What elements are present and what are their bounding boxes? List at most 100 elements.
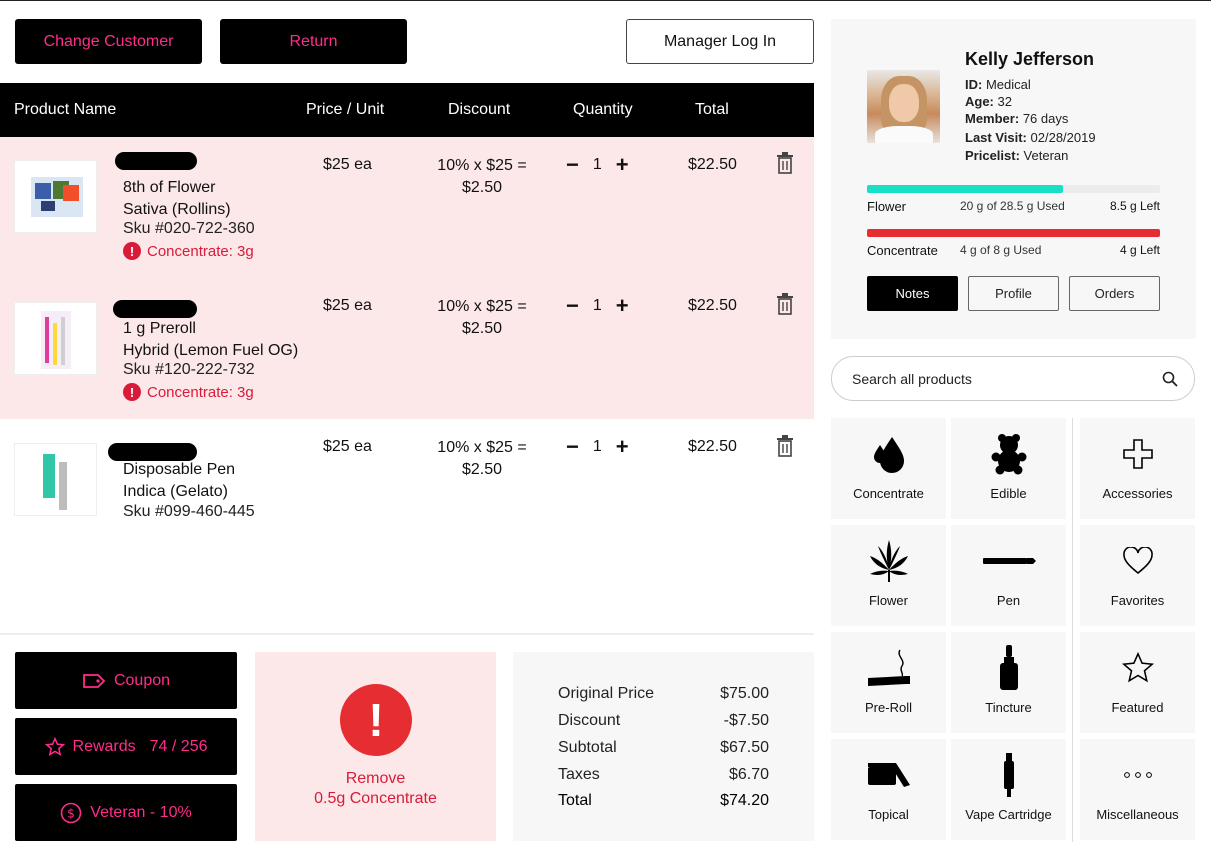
minus-icon[interactable]: −	[566, 154, 579, 176]
category-separator	[1072, 418, 1073, 842]
tab-profile[interactable]: Profile	[968, 276, 1059, 311]
discount-detail: 10% x $25 = $2.50	[437, 157, 527, 196]
line-total: $22.50	[688, 156, 737, 173]
customer-id: ID: Medical	[965, 77, 1031, 92]
category-topical[interactable]: Topical	[831, 739, 946, 840]
category-concentrate[interactable]: Concentrate	[831, 418, 946, 519]
product-thumbnail	[14, 302, 97, 375]
rewards-button[interactable]: Rewards 74 / 256	[15, 718, 237, 775]
redacted-brand	[115, 152, 197, 170]
product-name: 1 g Preroll Hybrid (Lemon Fuel OG)	[123, 320, 299, 359]
plus-icon	[1122, 439, 1153, 469]
quantity-stepper[interactable]: − 1 +	[566, 154, 629, 176]
warning-icon: !	[123, 383, 141, 401]
trash-icon[interactable]	[776, 152, 794, 174]
cart-divider	[0, 633, 814, 635]
flower-limit-bar	[867, 185, 1160, 193]
category-edible[interactable]: Edible	[951, 418, 1066, 519]
vape-cartridge-icon	[1003, 753, 1014, 797]
alert-icon: !	[340, 684, 412, 756]
customer-age: Age: 32	[965, 94, 1012, 109]
header-quantity: Quantity	[573, 101, 633, 118]
star-icon	[1121, 651, 1154, 683]
customer-member: Member: 76 days	[965, 111, 1069, 126]
quantity-stepper[interactable]: − 1 +	[566, 436, 629, 458]
topical-icon	[867, 763, 910, 787]
category-pre-roll[interactable]: Pre-Roll	[831, 632, 946, 733]
product-sku: Sku #099-460-445	[123, 503, 255, 520]
summary-discount: Discount -$7.50	[558, 712, 769, 729]
customer-profile-card: Kelly Jefferson ID: Medical Age: 32 Memb…	[831, 19, 1196, 339]
product-thumbnail	[14, 160, 97, 233]
trash-icon[interactable]	[776, 293, 794, 315]
cart-row[interactable]: 1 g Preroll Hybrid (Lemon Fuel OG) Sku #…	[0, 278, 814, 419]
category-tincture[interactable]: Tincture	[951, 632, 1066, 733]
category-vape-cartridge[interactable]: Vape Cartridge	[951, 739, 1066, 840]
product-name: 8th of Flower Sativa (Rollins)	[123, 179, 231, 218]
category-featured[interactable]: Featured	[1080, 632, 1195, 733]
summary-subtotal: Subtotal $67.50	[558, 739, 769, 756]
category-flower[interactable]: Flower	[831, 525, 946, 626]
manager-login-button[interactable]: Manager Log In	[626, 19, 814, 64]
tincture-icon	[999, 645, 1018, 690]
header-product-name: Product Name	[14, 101, 117, 118]
cart-row[interactable]: 8th of Flower Sativa (Rollins) Sku #020-…	[0, 137, 814, 278]
category-accessories[interactable]: Accessories	[1080, 418, 1195, 519]
change-customer-button[interactable]: Change Customer	[15, 19, 202, 64]
more-icon	[1123, 772, 1152, 778]
plus-icon[interactable]: +	[616, 154, 629, 176]
gummy-bear-icon	[991, 434, 1026, 475]
order-summary: Original Price $75.00 Discount -$7.50 Subt…	[513, 652, 814, 841]
minus-icon[interactable]: −	[566, 295, 579, 317]
top-border	[0, 0, 1211, 1]
product-sku: Sku #020-722-360	[123, 220, 255, 237]
unit-price: $25 ea	[323, 438, 372, 455]
unit-price: $25 ea	[323, 297, 372, 314]
plus-icon[interactable]: +	[616, 436, 629, 458]
return-button[interactable]: Return	[220, 19, 407, 64]
star-icon	[44, 736, 65, 756]
redacted-brand	[113, 300, 197, 318]
customer-name: Kelly Jefferson	[965, 49, 1095, 69]
quantity-stepper[interactable]: − 1 +	[566, 295, 629, 317]
line-total: $22.50	[688, 297, 737, 314]
summary-original-price: Original Price $75.00	[558, 685, 769, 702]
quantity-value: 1	[592, 297, 602, 314]
quantity-value: 1	[592, 438, 602, 455]
svg-text:$: $	[67, 806, 75, 820]
category-pen[interactable]: Pen	[951, 525, 1066, 626]
dollar-icon: $	[60, 802, 82, 823]
drops-icon	[873, 437, 904, 473]
preroll-icon	[867, 649, 910, 686]
concentrate-limit-bar	[867, 229, 1160, 237]
plus-icon[interactable]: +	[616, 295, 629, 317]
discount-detail: 10% x $25 = $2.50	[437, 439, 527, 478]
coupon-button[interactable]: Coupon	[15, 652, 237, 709]
pen-icon	[982, 558, 1036, 564]
remove-concentrate-alert[interactable]: ! Remove 0.5g Concentrate	[255, 652, 496, 841]
tag-icon	[83, 673, 106, 688]
concentrate-limit-fill	[867, 229, 1160, 237]
header-price-unit: Price / Unit	[306, 101, 385, 118]
search-icon[interactable]	[1162, 371, 1178, 387]
cart-table-header: Product Name Price / Unit Discount Quant…	[0, 83, 814, 137]
summary-total: Total $74.20	[558, 792, 769, 809]
customer-pricelist: Pricelist: Veteran	[965, 148, 1069, 163]
search-input[interactable]: Search all products	[831, 356, 1195, 401]
cart-row[interactable]: Disposable Pen Indica (Gelato) Sku #099-…	[0, 419, 814, 539]
flower-limit-fill	[867, 185, 1064, 193]
line-total: $22.50	[688, 438, 737, 455]
tab-notes[interactable]: Notes	[867, 276, 958, 311]
category-favorites[interactable]: Favorites	[1080, 525, 1195, 626]
alert-message: Remove 0.5g Concentrate	[314, 770, 437, 807]
header-total: Total	[695, 101, 729, 118]
tab-orders[interactable]: Orders	[1069, 276, 1160, 311]
category-miscellaneous[interactable]: Miscellaneous	[1080, 739, 1195, 840]
trash-icon[interactable]	[776, 435, 794, 457]
summary-taxes: Taxes $6.70	[558, 766, 769, 783]
customer-last-visit: Last Visit: 02/28/2019	[965, 130, 1096, 145]
product-thumbnail	[14, 443, 97, 516]
avatar	[867, 70, 940, 143]
minus-icon[interactable]: −	[566, 436, 579, 458]
veteran-discount-button[interactable]: $ Veteran - 10%	[15, 784, 237, 841]
